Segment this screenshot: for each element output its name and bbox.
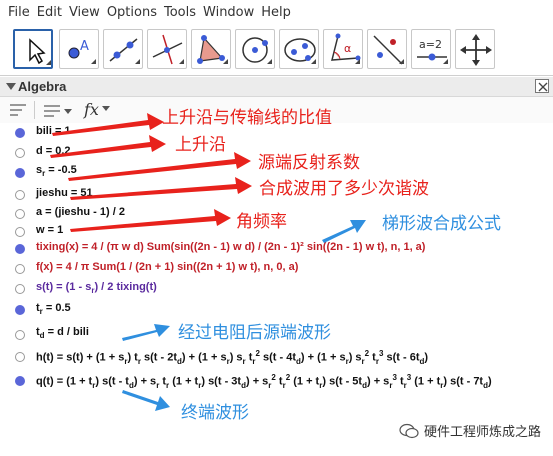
auxiliary-objects-icon[interactable] xyxy=(42,101,76,119)
menu-view[interactable]: View xyxy=(69,5,100,20)
algebra-expression[interactable]: q(t) = (1 + tr) s(t - td) + sr tr (1 + t… xyxy=(36,373,492,390)
circle-center-point-icon xyxy=(242,37,272,64)
collapse-triangle-icon[interactable] xyxy=(6,83,16,90)
menu-bar: File Edit View Options Tools Window Help xyxy=(0,0,553,24)
circle-tool-button[interactable] xyxy=(235,29,275,69)
arrow-pointer-icon xyxy=(29,38,51,65)
algebra-row[interactable]: q(t) = (1 + tr) s(t - td) + sr tr (1 + t… xyxy=(0,373,553,393)
reflect-line-icon xyxy=(373,35,404,65)
watermark: 硬件工程师炼成之路 xyxy=(399,421,541,440)
wechat-icon xyxy=(399,423,419,438)
input-bar-fx-button[interactable]: fx xyxy=(84,100,99,119)
line-tool-button[interactable] xyxy=(103,29,143,69)
algebra-row[interactable]: s(t) = (1 - sr) / 2 tixing(t) xyxy=(0,281,553,301)
perpendicular-tool-button[interactable] xyxy=(147,29,187,69)
angle-tool-label: α xyxy=(344,42,351,55)
visibility-toggle[interactable] xyxy=(15,168,25,178)
move-graphics-view-icon xyxy=(460,34,492,66)
algebra-expression[interactable]: bili = 1 xyxy=(36,125,71,137)
algebra-expression[interactable]: tr = 0.5 xyxy=(36,302,71,316)
menu-tools[interactable]: Tools xyxy=(164,5,196,20)
algebra-expression[interactable]: d = 0.2 xyxy=(36,145,71,157)
annotation-angular-frequency: 角频率 xyxy=(236,212,287,232)
algebra-expression[interactable]: td = d / bili xyxy=(36,326,89,340)
algebra-expression[interactable]: f(x) = 4 / π Sum(1 / (2n + 1) sin((2n + … xyxy=(36,261,298,273)
visibility-toggle[interactable] xyxy=(15,128,25,138)
annotation-source-wave: 经过电阻后源端波形 xyxy=(178,323,331,343)
angle-tool-button[interactable]: α xyxy=(323,29,363,69)
ellipse-tool-button[interactable] xyxy=(279,29,319,69)
visibility-toggle[interactable] xyxy=(15,305,25,315)
visibility-toggle[interactable] xyxy=(15,190,25,200)
line-through-points-icon xyxy=(109,38,140,64)
watermark-text: 硬件工程师炼成之路 xyxy=(423,425,541,440)
polygon-icon xyxy=(197,35,228,64)
move-tool-button[interactable] xyxy=(13,29,53,69)
visibility-toggle[interactable] xyxy=(15,209,25,219)
algebra-panel-header: Algebra xyxy=(0,77,553,97)
slider-tool-button[interactable]: a=2 xyxy=(411,29,451,69)
annotation-source-reflection: 源端反射系数 xyxy=(258,153,360,173)
annotation-rise-edge: 上升沿 xyxy=(175,135,226,155)
angle-icon: α xyxy=(331,33,361,64)
visibility-toggle[interactable] xyxy=(15,330,25,340)
visibility-toggle[interactable] xyxy=(15,264,25,274)
algebra-expression[interactable]: tixing(x) = 4 / (π w d) Sum(sin((2n - 1)… xyxy=(36,241,425,253)
menu-options[interactable]: Options xyxy=(107,5,157,20)
arrow-8 xyxy=(122,390,170,411)
menu-window[interactable]: Window xyxy=(203,5,254,20)
annotation-terminal-wave: 终端波形 xyxy=(181,403,249,423)
close-icon[interactable] xyxy=(535,79,549,93)
algebra-expression[interactable]: s(t) = (1 - sr) / 2 tixing(t) xyxy=(36,281,157,295)
algebra-expression[interactable]: h(t) = s(t) + (1 + sr) tr s(t - 2td) + (… xyxy=(36,349,428,366)
visibility-toggle[interactable] xyxy=(15,284,25,294)
visibility-toggle[interactable] xyxy=(15,376,25,386)
perpendicular-line-icon xyxy=(152,34,184,65)
algebra-expression[interactable]: a = (jieshu - 1) / 2 xyxy=(36,206,125,218)
point-a-icon: A xyxy=(68,39,96,64)
polygon-tool-button[interactable] xyxy=(191,29,231,69)
algebra-row[interactable]: f(x) = 4 / π Sum(1 / (2n + 1) sin((2n + … xyxy=(0,261,553,281)
algebra-title: Algebra xyxy=(18,79,67,94)
chevron-down-icon[interactable] xyxy=(101,105,111,113)
algebra-row[interactable]: bili = 1 xyxy=(0,125,553,145)
algebra-row[interactable]: tixing(x) = 4 / (π w d) Sum(sin((2n - 1)… xyxy=(0,241,553,261)
toolbar: A α a=2 xyxy=(0,24,553,76)
menu-edit[interactable]: Edit xyxy=(37,5,62,20)
menu-file[interactable]: File xyxy=(8,5,30,20)
divider xyxy=(34,101,35,119)
ellipse-icon xyxy=(284,38,316,64)
visibility-toggle[interactable] xyxy=(15,148,25,158)
annotation-rise-ratio: 上升沿与传输线的比值 xyxy=(162,108,332,128)
menu-help[interactable]: Help xyxy=(261,5,291,20)
visibility-toggle[interactable] xyxy=(15,227,25,237)
point-tool-label: A xyxy=(80,39,89,54)
algebra-expression[interactable]: w = 1 xyxy=(36,224,63,236)
annotation-harmonics: 合成波用了多少次谐波 xyxy=(259,179,429,199)
algebra-row[interactable]: h(t) = s(t) + (1 + sr) tr s(t - 2td) + (… xyxy=(0,349,553,369)
visibility-toggle[interactable] xyxy=(15,352,25,362)
algebra-expression[interactable]: sr = -0.5 xyxy=(36,164,77,178)
visibility-toggle[interactable] xyxy=(15,244,25,254)
algebra-expression[interactable]: jieshu = 51 xyxy=(36,187,93,199)
slider-tool-label: a=2 xyxy=(419,38,442,51)
reflect-tool-button[interactable] xyxy=(367,29,407,69)
slider-icon: a=2 xyxy=(417,38,448,64)
move-view-tool-button[interactable] xyxy=(455,29,495,69)
point-tool-button[interactable]: A xyxy=(59,29,99,69)
sort-icon[interactable] xyxy=(8,101,28,119)
annotation-trapezoid-formula: 梯形波合成公式 xyxy=(382,214,501,234)
